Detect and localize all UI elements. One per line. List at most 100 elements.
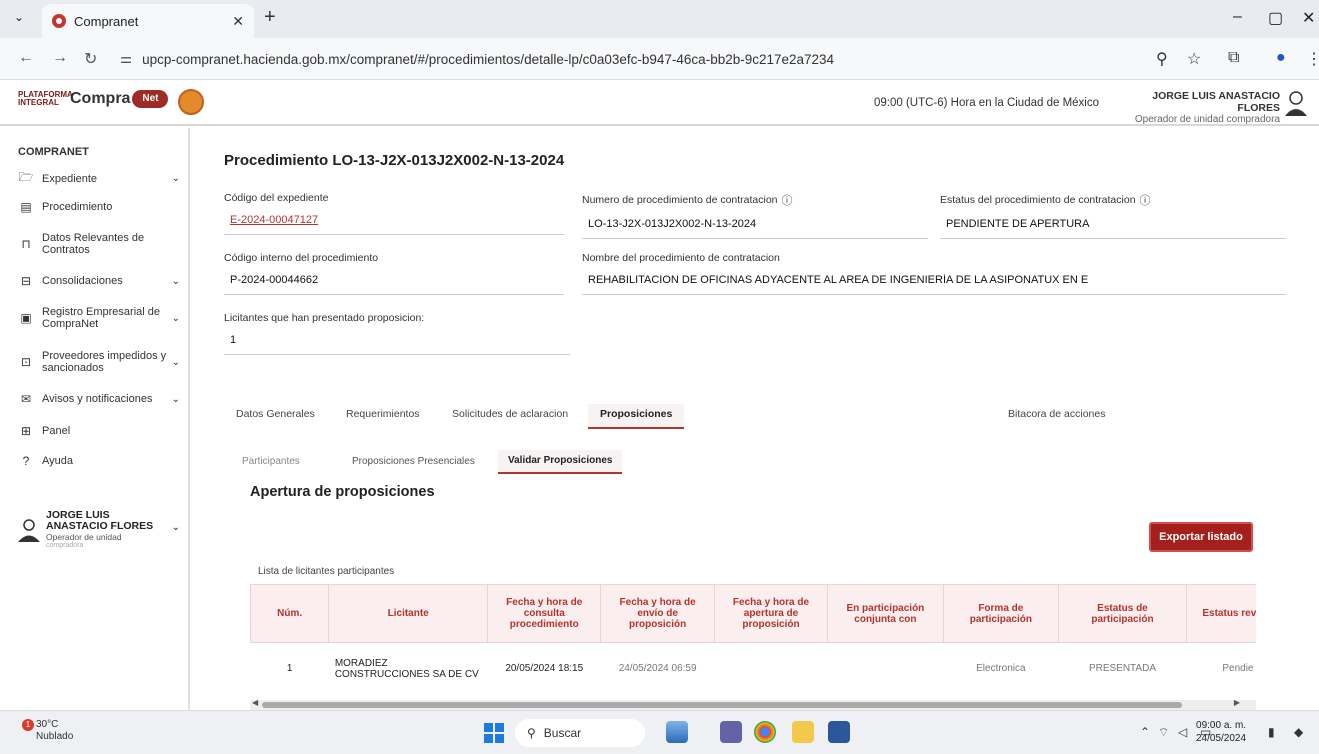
export-list-button[interactable]: Exportar listado — [1149, 522, 1253, 552]
notification-icon[interactable]: ▮ — [1268, 725, 1275, 739]
chevron-down-icon[interactable]: ⌄ — [168, 313, 180, 324]
subtab-validar-proposiciones[interactable]: Validar Proposiciones — [498, 450, 623, 474]
tab-datos-generales[interactable]: Datos Generales — [236, 408, 315, 420]
sidebar-item-procedimiento[interactable]: ▤ Procedimiento — [18, 200, 180, 214]
compranet-favicon-icon — [52, 14, 66, 28]
chevron-down-icon[interactable]: ⌄ — [168, 173, 180, 184]
sidebar-item-panel[interactable]: ⊞ Panel — [18, 424, 180, 438]
column-header[interactable]: Estatus de participación — [1058, 584, 1187, 643]
proposiciones-subtabs: Participantes Proposiciones Presenciales… — [242, 450, 702, 476]
field-nombre-procedimiento: Nombre del procedimiento de contratacion… — [582, 252, 1286, 295]
scrollbar-thumb[interactable] — [262, 702, 1182, 708]
main-content: Procedimiento LO-13-J2X-013J2X002-N-13-2… — [192, 128, 1319, 710]
minimize-icon[interactable]: – — [1233, 8, 1242, 26]
copilot-icon[interactable]: ◆ — [1294, 725, 1303, 739]
info-icon[interactable]: ⓘ — [782, 192, 793, 208]
tab-bitacora-acciones[interactable]: Bitacora de acciones — [1008, 408, 1105, 420]
maximize-icon[interactable]: ▢ — [1268, 8, 1283, 28]
reload-icon[interactable]: ↻ — [84, 49, 97, 69]
chevron-down-icon[interactable]: ⌄ — [172, 522, 180, 533]
sidebar-item-consolidaciones[interactable]: ⊟ Consolidaciones ⌄ — [18, 274, 180, 288]
browser-menu-icon[interactable]: ⋮ — [1306, 49, 1319, 69]
app-icon-city[interactable] — [666, 721, 688, 743]
chevron-down-icon[interactable]: ⌄ — [168, 276, 180, 287]
zoom-icon[interactable]: ⚲ — [1156, 49, 1168, 69]
field-value: P-2024-00044662 — [224, 274, 564, 295]
column-header[interactable]: Fecha y hora de envío de proposición — [600, 584, 715, 643]
browser-tab[interactable]: Compranet ✕ — [42, 4, 254, 38]
weather-condition: Nublado — [36, 731, 74, 742]
tab-close-icon[interactable]: ✕ — [232, 13, 244, 30]
subtab-proposiciones-presenciales[interactable]: Proposiciones Presenciales — [352, 456, 475, 467]
sidebar-item-datos-relevantes[interactable]: ⊓ Datos Relevantes de Contratos — [18, 232, 180, 256]
wifi-icon[interactable]: ⌔ — [1158, 725, 1169, 740]
column-header[interactable]: Núm. — [250, 584, 330, 643]
scroll-left-icon[interactable]: ◀ — [252, 698, 258, 707]
word-icon[interactable] — [828, 721, 850, 743]
field-label: Licitantes que han presentado proposicio… — [224, 312, 425, 324]
profile-icon[interactable]: ● — [1276, 49, 1286, 67]
new-tab-icon[interactable]: + — [264, 6, 276, 29]
user-avatar-icon[interactable] — [1284, 90, 1308, 116]
site-settings-icon[interactable]: ⚌ — [120, 51, 132, 67]
table-row[interactable]: 1 MORADIEZ CONSTRUCCIONES SA DE CV 20/05… — [251, 643, 1257, 695]
sidebar-item-registro-empresarial[interactable]: ▣ Registro Empresarial de CompraNet ⌄ — [18, 306, 180, 330]
search-icon: ⚲ — [527, 726, 536, 740]
forward-icon[interactable]: → — [52, 49, 68, 67]
sidebar-item-proveedores[interactable]: ⊡ Proveedores impedidos y sancionados ⌄ — [18, 350, 180, 374]
table-cell: 20/05/2024 18:15 — [505, 663, 584, 675]
taskbar-search[interactable]: ⚲ Buscar — [515, 719, 645, 747]
sidebar-item-ayuda[interactable]: ? Ayuda — [18, 454, 180, 468]
volume-icon[interactable]: ◁ — [1178, 725, 1187, 739]
logo-small-text: PLATAFORMA INTEGRAL — [18, 90, 73, 107]
weather-widget[interactable]: 1 30°C Nublado — [22, 719, 74, 743]
field-value: LO-13-J2X-013J2X002-N-13-2024 — [582, 218, 928, 239]
codigo-expediente-link[interactable]: E-2024-00047127 — [224, 214, 564, 235]
participants-table-wrapper[interactable]: Núm. Licitante Fecha y hora de consulta … — [250, 584, 1256, 698]
back-icon[interactable]: ← — [18, 49, 34, 67]
url-field[interactable]: ⚌ upcp-compranet.hacienda.gob.mx/compran… — [120, 46, 834, 72]
taskbar-clock[interactable]: 09:00 a. m. 24/05/2024 — [1196, 719, 1246, 745]
table-cell: Electronica — [976, 663, 1026, 675]
subtab-participantes[interactable]: Participantes — [242, 456, 300, 467]
tray-chevron-up-icon[interactable]: ⌃ — [1140, 725, 1150, 739]
column-header[interactable]: Estatus revisió — [1185, 584, 1256, 643]
windows-start-icon[interactable] — [484, 723, 504, 743]
column-header[interactable]: Fecha y hora de consulta procedimiento — [487, 584, 602, 643]
column-header[interactable]: Forma de participación — [942, 584, 1060, 643]
teams-icon[interactable] — [720, 721, 742, 743]
sidebar-user-role: Operador de unidad — [46, 532, 122, 542]
sidebar-item-avisos[interactable]: ✉ Avisos y notificaciones ⌄ — [18, 392, 180, 406]
chevron-down-icon[interactable]: ⌄ — [168, 357, 180, 368]
app-header: PLATAFORMA INTEGRAL Compra Net 09:00 (UT… — [0, 80, 1319, 126]
column-header[interactable]: Licitante — [328, 584, 489, 643]
clock-date: 24/05/2024 — [1196, 733, 1247, 744]
consolidation-icon: ⊟ — [20, 274, 32, 288]
chevron-down-icon[interactable]: ⌄ — [168, 394, 180, 405]
horizontal-scrollbar[interactable]: ◀ ▶ — [250, 698, 1256, 710]
field-estatus-procedimiento: Estatus del procedimiento de contratacio… — [940, 192, 1286, 239]
scroll-right-icon[interactable]: ▶ — [1234, 698, 1240, 707]
sidebar-item-label: Registro Empresarial de CompraNet — [42, 306, 160, 330]
tab-solicitudes-aclaracion[interactable]: Solicitudes de aclaracion — [452, 408, 568, 420]
field-codigo-expediente: Código del expediente E-2024-00047127 — [224, 192, 564, 235]
procedure-tabs: Datos Generales Requerimientos Solicitud… — [228, 404, 1128, 430]
clock-time: 09:00 a. m. — [1196, 720, 1247, 731]
tab-proposiciones[interactable]: Proposiciones — [588, 404, 685, 429]
window-close-icon[interactable]: ✕ — [1302, 8, 1315, 28]
header-user[interactable]: JORGE LUIS ANASTACIO FLORES Operador de … — [1110, 90, 1280, 125]
compranet-logo[interactable]: PLATAFORMA INTEGRAL Compra Net — [18, 90, 169, 108]
tab-list-chevron-icon[interactable]: ⌄ — [14, 10, 24, 24]
sidebar-user[interactable]: JORGE LUIS ANASTACIO FLORES Operador de … — [18, 510, 180, 549]
info-icon[interactable]: ⓘ — [1140, 192, 1151, 208]
sidebar-item-label: Proveedores impedidos y sancionados — [42, 350, 167, 374]
table-cell — [828, 643, 943, 695]
chrome-icon[interactable] — [754, 721, 776, 743]
bookmark-star-icon[interactable]: ☆ — [1187, 49, 1201, 69]
file-explorer-icon[interactable] — [792, 721, 814, 743]
column-header[interactable]: Fecha y hora de apertura de proposición — [713, 584, 829, 643]
sidebar-item-expediente[interactable]: 🗁 Expediente ⌄ — [18, 168, 180, 189]
extensions-icon[interactable]: ⧉ — [1228, 49, 1239, 67]
tab-requerimientos[interactable]: Requerimientos — [346, 408, 420, 420]
column-header[interactable]: En participación conjunta con — [827, 584, 944, 643]
